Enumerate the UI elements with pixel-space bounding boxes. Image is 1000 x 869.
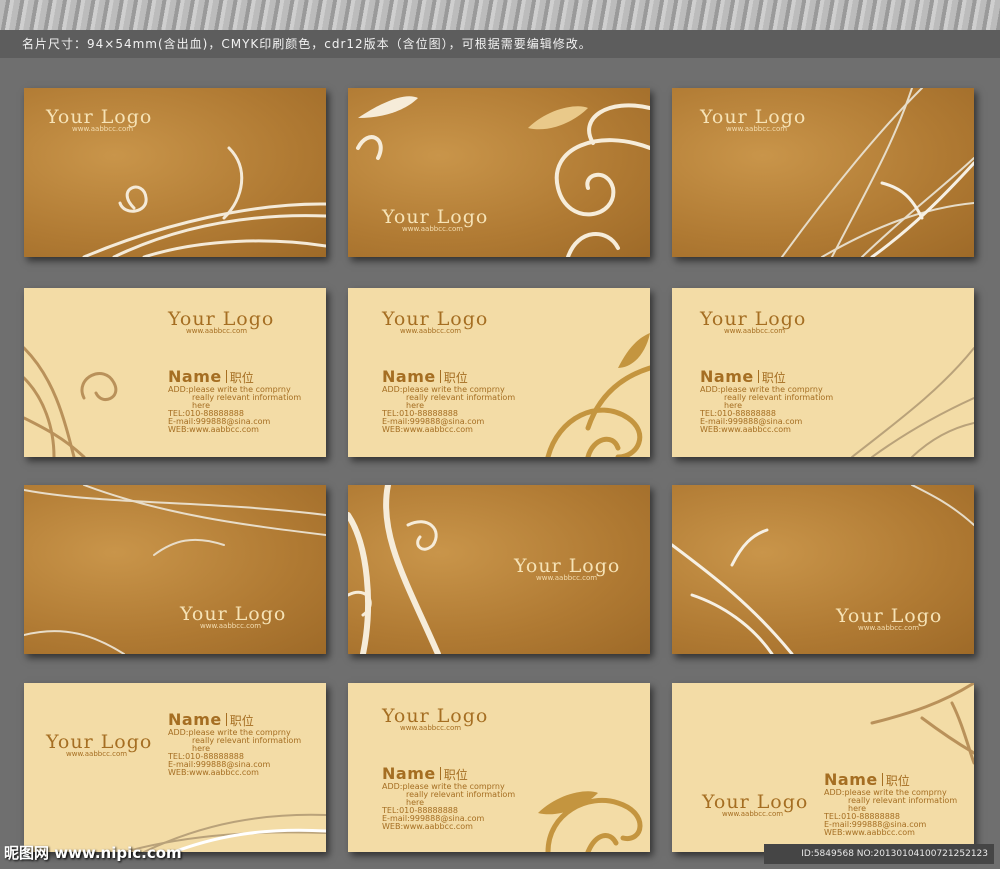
logo-url: www.aabbcc.com bbox=[186, 327, 248, 335]
position-label: 职位 bbox=[443, 371, 468, 385]
watermark-site: 昵图网 www.nipic.com bbox=[4, 844, 182, 862]
web-line: WEB:www.aabbcc.com bbox=[168, 425, 259, 434]
logo-url: www.aabbcc.com bbox=[400, 724, 462, 732]
business-card-9: Your Logo www.aabbcc.com bbox=[672, 485, 974, 654]
business-card-7: Your Logo www.aabbcc.com bbox=[24, 485, 326, 654]
position-label: 职位 bbox=[229, 714, 254, 728]
web-line: WEB:www.aabbcc.com bbox=[168, 768, 259, 777]
decorative-top-band bbox=[0, 0, 1000, 30]
logo-url: www.aabbcc.com bbox=[536, 574, 598, 582]
position-label: 职位 bbox=[229, 371, 254, 385]
business-card-6: Your Logo www.aabbcc.com Name 职位 ADD:plea… bbox=[672, 288, 974, 457]
logo-url: www.aabbcc.com bbox=[726, 125, 788, 133]
contact-info: Name 职位 ADD:please write the comprny real… bbox=[824, 771, 957, 837]
business-card-8: Your Logo www.aabbcc.com bbox=[348, 485, 650, 654]
contact-info: Name 职位 ADD:please write the comprny real… bbox=[382, 368, 515, 434]
contact-info: Name 职位 ADD:please write the comprny real… bbox=[168, 368, 301, 434]
name-label: Name bbox=[382, 764, 436, 783]
name-label: Name bbox=[168, 710, 222, 729]
position-label: 职位 bbox=[443, 768, 468, 782]
logo-url: www.aabbcc.com bbox=[72, 125, 134, 133]
name-label: Name bbox=[382, 367, 436, 386]
contact-info: Name 职位 ADD:please write the comprny real… bbox=[700, 368, 833, 434]
logo-url: www.aabbcc.com bbox=[66, 750, 128, 758]
business-card-11: Your Logo www.aabbcc.com Name 职位 ADD:plea… bbox=[348, 683, 650, 852]
address-line-2: really relevant informatiom bbox=[406, 393, 516, 402]
name-label: Name bbox=[824, 770, 878, 789]
address-line-2: really relevant informatiom bbox=[724, 393, 834, 402]
web-line: WEB:www.aabbcc.com bbox=[824, 828, 915, 837]
business-card-1: Your Logo www.aabbcc.com bbox=[24, 88, 326, 257]
logo-url: www.aabbcc.com bbox=[724, 327, 786, 335]
position-label: 职位 bbox=[885, 774, 910, 788]
position-label: 职位 bbox=[761, 371, 786, 385]
logo-url: www.aabbcc.com bbox=[400, 327, 462, 335]
contact-info: Name 职位 ADD:please write the comprny real… bbox=[168, 711, 301, 777]
business-card-2: Your Logo www.aabbcc.com bbox=[348, 88, 650, 257]
business-card-4: Your Logo www.aabbcc.com Name 职位 ADD:plea… bbox=[24, 288, 326, 457]
name-label: Name bbox=[700, 367, 754, 386]
address-line-2: really relevant informatiom bbox=[406, 790, 516, 799]
floral-ornament bbox=[356, 96, 650, 257]
logo-url: www.aabbcc.com bbox=[858, 624, 920, 632]
contact-info: Name 职位 ADD:please write the comprny real… bbox=[382, 765, 515, 831]
web-line: WEB:www.aabbcc.com bbox=[382, 425, 473, 434]
branch-ornament bbox=[24, 485, 326, 654]
business-card-12: Your Logo www.aabbcc.com Name 职位 ADD:plea… bbox=[672, 683, 974, 852]
business-card-5: Your Logo www.aabbcc.com Name 职位 ADD:plea… bbox=[348, 288, 650, 457]
caption-bar: 名片尺寸：94×54mm(含出血)，CMYK印刷颜色，cdr12版本（含位图），… bbox=[0, 30, 1000, 58]
logo-url: www.aabbcc.com bbox=[722, 810, 784, 818]
business-card-3: Your Logo www.aabbcc.com bbox=[672, 88, 974, 257]
business-card-10: Your Logo www.aabbcc.com Name 职位 ADD:plea… bbox=[24, 683, 326, 852]
address-line-2: really relevant informatiom bbox=[848, 796, 958, 805]
watermark-id: ID:5849568 NO:20130104100721252123 bbox=[764, 844, 994, 864]
branch-ornament bbox=[672, 485, 974, 654]
web-line: WEB:www.aabbcc.com bbox=[382, 822, 473, 831]
web-line: WEB:www.aabbcc.com bbox=[700, 425, 791, 434]
address-line-2: really relevant informatiom bbox=[192, 736, 302, 745]
name-label: Name bbox=[168, 367, 222, 386]
logo-url: www.aabbcc.com bbox=[402, 225, 464, 233]
logo-url: www.aabbcc.com bbox=[200, 622, 262, 630]
address-line-2: really relevant informatiom bbox=[192, 393, 302, 402]
